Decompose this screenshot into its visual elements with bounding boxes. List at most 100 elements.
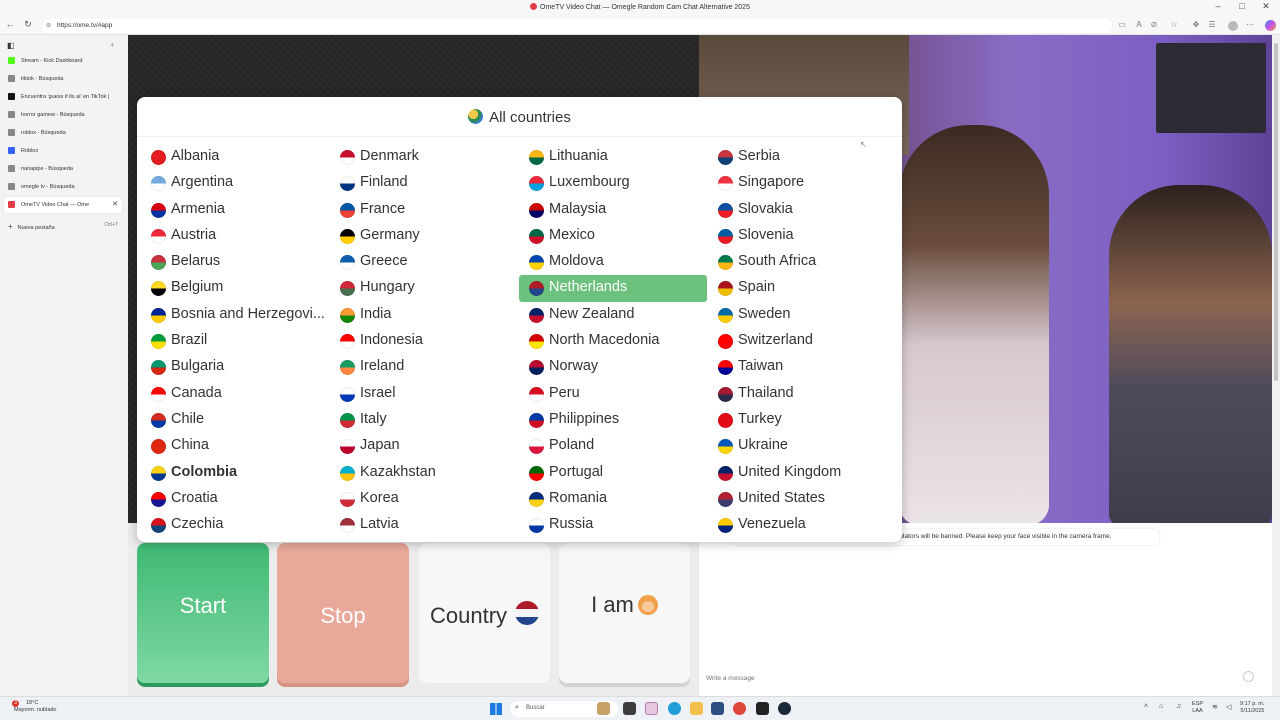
close-window-button[interactable]: ✕ (1254, 1, 1278, 12)
country-option[interactable]: Turkey (708, 407, 896, 433)
country-option[interactable]: Taiwan (708, 354, 896, 380)
country-option[interactable]: Belgium (141, 275, 329, 301)
scrollbar-thumb[interactable] (1274, 43, 1278, 381)
country-option[interactable]: Bosnia and Herzegovi... (141, 302, 329, 328)
new-tab-button[interactable]: + Nueva pestaña Ctrl+T (8, 222, 118, 231)
country-button[interactable]: Country (419, 543, 550, 683)
emoji-picker-icon[interactable] (1243, 671, 1254, 682)
pinned-app-icon[interactable] (645, 702, 658, 715)
country-option[interactable]: Lithuania (519, 144, 707, 170)
read-aloud-icon[interactable]: A (1133, 20, 1145, 29)
sidebar-tab[interactable]: roblox - Búsqueda (4, 125, 122, 141)
country-option[interactable]: Poland (519, 433, 707, 459)
sidebar-tab[interactable]: nanapips - Búsqueda (4, 161, 122, 177)
country-option[interactable]: Thailand (708, 381, 896, 407)
country-option[interactable]: Philippines (519, 407, 707, 433)
country-option[interactable]: Korea (330, 486, 518, 512)
country-option[interactable]: Luxembourg (519, 170, 707, 196)
country-option[interactable]: Netherlands (519, 275, 707, 302)
extensions-icon[interactable]: ✥ (1190, 20, 1202, 29)
country-option[interactable]: Colombia (141, 460, 329, 486)
country-option[interactable]: Brazil (141, 328, 329, 354)
copilot-icon[interactable] (1265, 20, 1276, 31)
country-option[interactable]: Indonesia (330, 328, 518, 354)
country-option[interactable]: Moldova (519, 249, 707, 275)
profile-avatar[interactable] (1228, 21, 1238, 31)
country-option[interactable]: United Kingdom (708, 460, 896, 486)
country-option[interactable]: Austria (141, 223, 329, 249)
country-option[interactable]: Romania (519, 486, 707, 512)
country-option[interactable]: Germany (330, 223, 518, 249)
country-option[interactable]: Venezuela (708, 512, 896, 538)
country-option[interactable]: Greece (330, 249, 518, 275)
task-view-icon[interactable] (623, 702, 636, 715)
country-option[interactable]: Croatia (141, 486, 329, 512)
back-icon[interactable]: ← (3, 19, 17, 29)
country-option[interactable]: Hungary (330, 275, 518, 301)
country-option[interactable]: Ireland (330, 354, 518, 380)
minimize-button[interactable]: – (1206, 1, 1230, 11)
tray-chevron-icon[interactable]: ˄ (1144, 703, 1148, 710)
country-option[interactable]: Singapore (708, 170, 896, 196)
wifi-tray-icon[interactable]: ≋ (1212, 703, 1218, 711)
sidebar-tab[interactable]: omegle tv - Búsqueda (4, 179, 122, 195)
country-option[interactable]: India (330, 302, 518, 328)
country-option[interactable]: Argentina (141, 170, 329, 196)
country-option[interactable]: United States (708, 486, 896, 512)
country-option[interactable]: Latvia (330, 512, 518, 538)
site-info-icon[interactable]: ⊜ (46, 22, 51, 29)
country-option[interactable]: Bulgaria (141, 354, 329, 380)
country-option[interactable]: Slovenia (708, 223, 896, 249)
country-option[interactable]: Israel (330, 381, 518, 407)
country-option[interactable]: Sweden (708, 302, 896, 328)
refresh-icon[interactable]: ↻ (21, 19, 35, 30)
sidebar-tab[interactable]: Roblox (4, 143, 122, 159)
country-option[interactable]: China (141, 433, 329, 459)
address-bar[interactable]: ⊜ https://ome.tv/#app (42, 19, 1112, 33)
country-option[interactable]: New Zealand (519, 302, 707, 328)
firefox-icon[interactable] (733, 702, 746, 715)
country-option[interactable]: Russia (519, 512, 707, 538)
country-option[interactable]: Spain (708, 275, 896, 301)
edge-icon[interactable] (668, 702, 681, 715)
country-option[interactable]: Denmark (330, 144, 518, 170)
windows-start-icon[interactable] (490, 703, 502, 715)
stop-button[interactable]: Stop (277, 543, 409, 683)
mic-tray-icon[interactable]: ♫ (1176, 703, 1181, 710)
more-options-icon[interactable]: ⋯ (1244, 20, 1256, 29)
country-option[interactable]: Peru (519, 381, 707, 407)
sidebar-tab[interactable]: Stream - Kick Dashboard (4, 53, 122, 69)
sidebar-tab[interactable]: tiktok - Búsqueda (4, 71, 122, 87)
sidebar-tab[interactable]: horror gamew - Búsqueda (4, 107, 122, 123)
clock[interactable]: 9:17 p. m. 5/11/2025 (1240, 701, 1264, 715)
message-input[interactable] (700, 669, 1260, 684)
steam-icon[interactable] (778, 702, 791, 715)
collapse-sidebar-icon[interactable]: ‹ (111, 40, 114, 49)
weather-widget[interactable]: 3 18°C Mayorm. nublado (12, 700, 57, 714)
country-option[interactable]: Mexico (519, 223, 707, 249)
sidebar-tab[interactable]: OmeTV Video Chat — Ome ✕ (4, 197, 122, 213)
volume-tray-icon[interactable]: ◁ (1226, 703, 1231, 711)
country-option[interactable]: Albania (141, 144, 329, 170)
app-available-icon[interactable]: ▭ (1116, 20, 1128, 29)
country-option[interactable]: Finland (330, 170, 518, 196)
country-option[interactable]: Switzerland (708, 328, 896, 354)
all-countries-option[interactable]: All countries (137, 97, 902, 137)
start-button[interactable]: Start (137, 543, 269, 683)
country-option[interactable]: Slovakia (708, 197, 896, 223)
country-option[interactable]: South Africa (708, 249, 896, 275)
maximize-button[interactable]: □ (1230, 1, 1254, 11)
country-option[interactable]: Serbia (708, 144, 896, 170)
country-option[interactable]: Portugal (519, 460, 707, 486)
country-option[interactable]: Norway (519, 354, 707, 380)
close-tab-icon[interactable]: ✕ (112, 200, 118, 208)
network-tray-icon[interactable]: ⌂ (1159, 703, 1163, 710)
obs-icon[interactable] (756, 702, 769, 715)
country-option[interactable]: France (330, 197, 518, 223)
favorites-icon[interactable]: ☰ (1206, 20, 1218, 29)
country-option[interactable]: Czechia (141, 512, 329, 538)
page-scrollbar[interactable] (1272, 35, 1280, 696)
i-am-button[interactable]: I am (559, 543, 690, 683)
file-explorer-icon[interactable] (690, 702, 703, 715)
country-option[interactable]: Armenia (141, 197, 329, 223)
